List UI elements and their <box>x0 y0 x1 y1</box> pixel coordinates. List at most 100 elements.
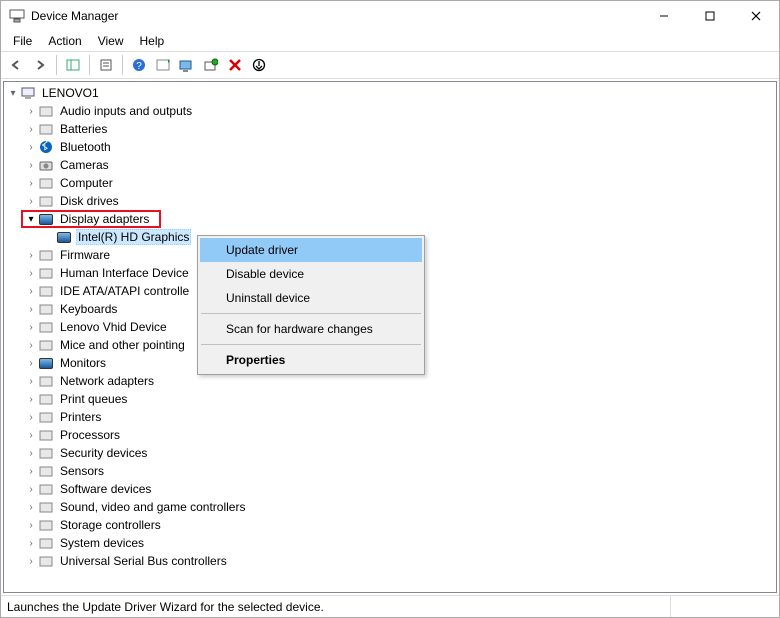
ctx-properties[interactable]: Properties <box>200 348 422 372</box>
chevron-right-icon[interactable]: › <box>24 248 38 262</box>
category-icon <box>38 157 54 173</box>
chevron-right-icon[interactable]: › <box>24 428 38 442</box>
device-tree[interactable]: ▾ LENOVO1 ›Audio inputs and outputs›Batt… <box>3 81 777 593</box>
tree-category[interactable]: › Printers <box>24 408 776 426</box>
ctx-update-driver[interactable]: Update driver <box>200 238 422 262</box>
tree-category[interactable]: › Sound, video and game controllers <box>24 498 776 516</box>
category-icon <box>38 499 54 515</box>
tree-category[interactable]: ›Security devices <box>24 444 776 462</box>
update-driver-button[interactable] <box>176 54 198 76</box>
chevron-right-icon[interactable]: › <box>24 536 38 550</box>
tree-category[interactable]: ▾Display adapters <box>24 210 776 228</box>
category-label: System devices <box>58 536 146 550</box>
chevron-right-icon[interactable]: › <box>24 302 38 316</box>
scan-hardware-button[interactable] <box>200 54 222 76</box>
chevron-right-icon[interactable]: › <box>24 194 38 208</box>
chevron-right-icon[interactable]: › <box>24 392 38 406</box>
close-button[interactable] <box>733 1 779 31</box>
nav-back-button[interactable] <box>5 54 27 76</box>
category-label: IDE ATA/ATAPI controlle <box>58 284 191 298</box>
chevron-right-icon[interactable]: › <box>24 122 38 136</box>
chevron-right-icon[interactable]: › <box>24 104 38 118</box>
nav-forward-button[interactable] <box>29 54 51 76</box>
tree-root-label: LENOVO1 <box>40 86 101 100</box>
tree-category[interactable]: ›Computer <box>24 174 776 192</box>
menu-action[interactable]: Action <box>40 32 89 50</box>
tree-category[interactable]: ›Cameras <box>24 156 776 174</box>
statusbar: Launches the Update Driver Wizard for th… <box>1 595 779 617</box>
tree-root[interactable]: ▾ LENOVO1 <box>6 84 776 102</box>
tree-category[interactable]: ›Software devices <box>24 480 776 498</box>
tree-category[interactable]: ›Print queues <box>24 390 776 408</box>
category-icon <box>38 427 54 443</box>
ctx-disable-device[interactable]: Disable device <box>200 262 422 286</box>
chevron-right-icon[interactable]: › <box>24 554 38 568</box>
chevron-down-icon[interactable]: ▾ <box>6 86 20 100</box>
chevron-right-icon[interactable]: › <box>24 338 38 352</box>
maximize-button[interactable] <box>687 1 733 31</box>
minimize-button[interactable] <box>641 1 687 31</box>
chevron-down-icon[interactable]: ▾ <box>24 212 38 226</box>
tree-category[interactable]: › Sensors <box>24 462 776 480</box>
tree-category[interactable]: › Storage controllers <box>24 516 776 534</box>
category-label: Sound, video and game controllers <box>58 500 247 514</box>
category-label: Firmware <box>58 248 112 262</box>
chevron-right-icon[interactable]: › <box>24 482 38 496</box>
category-label: Sensors <box>58 464 106 478</box>
tree-category[interactable]: ›Batteries <box>24 120 776 138</box>
ctx-uninstall-device[interactable]: Uninstall device <box>200 286 422 310</box>
ctx-scan-hardware[interactable]: Scan for hardware changes <box>200 317 422 341</box>
ctx-separator <box>201 344 421 345</box>
chevron-right-icon[interactable]: › <box>24 284 38 298</box>
category-icon <box>38 481 54 497</box>
category-label: Bluetooth <box>58 140 113 154</box>
chevron-right-icon[interactable]: › <box>24 500 38 514</box>
chevron-right-icon[interactable]: › <box>24 464 38 478</box>
tree-category[interactable]: › Universal Serial Bus controllers <box>24 552 776 570</box>
uninstall-button[interactable] <box>224 54 246 76</box>
ctx-separator <box>201 313 421 314</box>
svg-text:?: ? <box>136 61 142 72</box>
chevron-right-icon[interactable]: › <box>24 140 38 154</box>
category-label: Universal Serial Bus controllers <box>58 554 229 568</box>
disable-button[interactable] <box>248 54 270 76</box>
titlebar: Device Manager <box>1 1 779 31</box>
category-icon <box>38 463 54 479</box>
menu-help[interactable]: Help <box>132 32 173 50</box>
category-icon <box>38 517 54 533</box>
category-icon <box>38 265 54 281</box>
category-icon <box>38 211 54 227</box>
show-hide-tree-button[interactable] <box>62 54 84 76</box>
tree-category[interactable]: › Bluetooth <box>24 138 776 156</box>
tree-category[interactable]: › System devices <box>24 534 776 552</box>
category-icon <box>38 283 54 299</box>
tree-category[interactable]: ›Processors <box>24 426 776 444</box>
chevron-right-icon[interactable]: › <box>24 320 38 334</box>
category-label: Network adapters <box>58 374 156 388</box>
properties-button[interactable] <box>95 54 117 76</box>
help-button[interactable]: ? <box>128 54 150 76</box>
chevron-right-icon[interactable]: › <box>24 158 38 172</box>
chevron-right-icon[interactable]: › <box>24 356 38 370</box>
category-label: Disk drives <box>58 194 121 208</box>
tree-category[interactable]: ›Audio inputs and outputs <box>24 102 776 120</box>
tree-category[interactable]: › Disk drives <box>24 192 776 210</box>
chevron-right-icon[interactable]: › <box>24 266 38 280</box>
device-manager-window: Device Manager File Action View Help ? <box>0 0 780 618</box>
menu-file[interactable]: File <box>5 32 40 50</box>
chevron-right-icon[interactable]: › <box>24 176 38 190</box>
chevron-right-icon[interactable]: › <box>24 446 38 460</box>
menu-view[interactable]: View <box>90 32 132 50</box>
category-label: Human Interface Device <box>58 266 191 280</box>
status-blank <box>679 596 765 617</box>
category-icon <box>38 319 54 335</box>
action-button[interactable] <box>152 54 174 76</box>
chevron-right-icon[interactable]: › <box>24 410 38 424</box>
category-label: Lenovo Vhid Device <box>58 320 169 334</box>
ctx-uninstall-label: Uninstall device <box>226 291 310 305</box>
category-label: Storage controllers <box>58 518 163 532</box>
chevron-right-icon[interactable]: › <box>24 374 38 388</box>
category-icon <box>38 391 54 407</box>
chevron-right-icon[interactable]: › <box>24 518 38 532</box>
category-label: Printers <box>58 410 103 424</box>
